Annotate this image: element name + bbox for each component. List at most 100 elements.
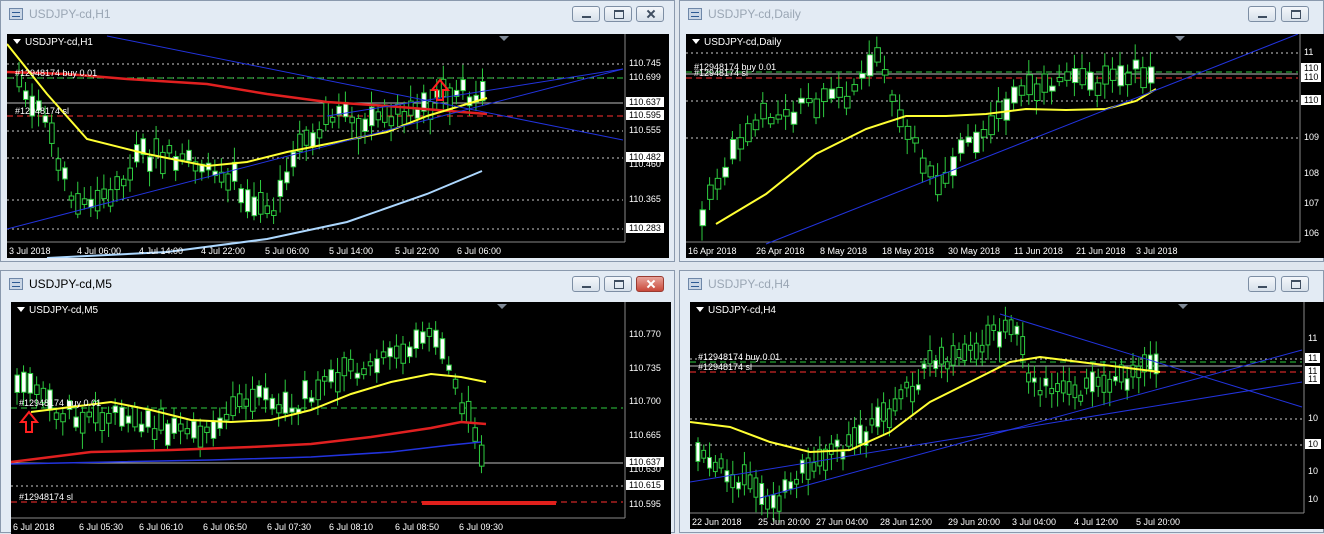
symbol-label: USDJPY-cd,H1 xyxy=(13,37,93,48)
price-chart[interactable]: USDJPY-cd,H4 #12948174 buy 0.01 #12948174… xyxy=(690,302,1324,529)
candle-body xyxy=(210,420,217,439)
price-chart[interactable]: USDJPY-cd,Daily #12948174 buy 0.01 #12948… xyxy=(686,34,1324,258)
price-chart[interactable]: USDJPY-cd,M5 #12948174 buy 0.01 #12948174… xyxy=(11,302,671,534)
symbol-label: USDJPY-cd,H4 xyxy=(696,305,776,316)
price-axis-label: 110.735 xyxy=(629,363,661,373)
window-titlebar[interactable]: USDJPY-cd,M5 xyxy=(1,271,674,299)
minimize-button[interactable] xyxy=(572,6,600,22)
candle-body xyxy=(799,459,805,474)
time-axis-label: 8 May 2018 xyxy=(820,246,868,256)
window-titlebar[interactable]: USDJPY-cd,H4 xyxy=(680,271,1323,299)
candle-body xyxy=(1124,378,1130,391)
price-axis-label: 10 xyxy=(1308,494,1319,504)
candle-body xyxy=(1109,68,1117,81)
candle-body xyxy=(1147,354,1153,371)
candle-body xyxy=(106,412,112,424)
dropdown-triangle-icon xyxy=(692,39,700,44)
candle-body xyxy=(699,209,707,227)
time-axis-label: 21 Jun 2018 xyxy=(1076,246,1126,256)
candle-body xyxy=(1008,319,1014,336)
candle-body xyxy=(962,343,968,361)
candle-body xyxy=(120,178,127,187)
candle-body xyxy=(1094,82,1102,96)
buy-order-label: #12948174 buy 0.01 xyxy=(698,352,781,362)
chart-window-icon xyxy=(688,278,702,290)
price-axis-label: 110.365 xyxy=(629,194,661,204)
candle-body xyxy=(62,167,68,180)
window-titlebar[interactable]: USDJPY-cd,Daily xyxy=(680,1,1323,29)
candle-body xyxy=(362,118,369,132)
candle-body xyxy=(1101,374,1107,393)
candle-body xyxy=(881,69,889,76)
price-chart[interactable]: USDJPY-cd,H1 #12948174 buy 0.01 #12948174… xyxy=(7,34,669,258)
maximize-icon xyxy=(605,7,631,21)
price-axis-label: 10 xyxy=(1308,466,1319,476)
dropdown-triangle-icon xyxy=(17,307,25,312)
candle-body xyxy=(1043,377,1049,387)
candle-body xyxy=(21,371,27,393)
candle-body xyxy=(973,131,980,154)
candle-body xyxy=(997,331,1002,348)
close-button[interactable] xyxy=(636,6,664,22)
candle-body xyxy=(921,363,927,369)
time-axis-label: 4 Jul 14:00 xyxy=(139,246,184,256)
candle-body xyxy=(60,413,66,423)
candle-body xyxy=(1020,336,1026,356)
candle-body xyxy=(759,482,765,505)
candle-body xyxy=(243,398,249,407)
moving-average-line xyxy=(690,355,1161,454)
moving-average-line xyxy=(7,43,488,168)
chart-window-daily[interactable]: USDJPY-cd,Daily USDJPY-cd,Daily #1294817… xyxy=(679,0,1324,262)
close-button[interactable] xyxy=(636,276,664,292)
candle-body xyxy=(767,117,775,125)
trendline xyxy=(999,313,1303,408)
candle-body xyxy=(788,481,794,490)
candle-body xyxy=(277,179,284,198)
candle-body xyxy=(973,342,979,360)
candle-body xyxy=(1084,377,1089,389)
chart-shift-marker-icon[interactable] xyxy=(1178,304,1188,309)
maximize-button[interactable] xyxy=(1281,6,1309,22)
candle-body xyxy=(99,412,106,432)
chart-shift-marker-icon[interactable] xyxy=(1175,36,1185,41)
price-axis-label: 110.700 xyxy=(629,396,661,406)
candle-body xyxy=(760,102,767,120)
chart-shift-marker-icon[interactable] xyxy=(497,304,507,309)
candle-body xyxy=(348,358,354,372)
candle-body xyxy=(886,408,892,429)
minimize-button[interactable] xyxy=(572,276,600,292)
sl-order-bar xyxy=(422,501,556,505)
candle-body xyxy=(284,171,290,184)
window-titlebar[interactable]: USDJPY-cd,H1 xyxy=(1,1,674,29)
chart-window-m5[interactable]: USDJPY-cd,M5 USDJPY-cd,M5 #12948174 buy … xyxy=(0,270,675,534)
chart-window-h1[interactable]: USDJPY-cd,H1 USDJPY-cd,H1 #12948174 buy … xyxy=(0,0,675,262)
candle-body xyxy=(866,54,874,77)
maximize-button[interactable] xyxy=(604,276,632,292)
candle-body xyxy=(753,477,759,498)
candle-body xyxy=(127,167,133,181)
candle-body xyxy=(965,136,973,144)
candle-body xyxy=(112,405,119,414)
price-axis-label: 11 xyxy=(1305,374,1321,384)
chart-shift-marker-icon[interactable] xyxy=(499,36,509,41)
candle-body xyxy=(915,384,921,391)
candle-body xyxy=(380,351,387,359)
candle-body xyxy=(927,350,933,365)
chart-window-h4[interactable]: USDJPY-cd,H4 USDJPY-cd,H4 #12948174 buy … xyxy=(679,270,1324,533)
candle-body xyxy=(765,495,770,510)
chart-canvas xyxy=(686,34,1301,245)
candle-body xyxy=(23,90,29,100)
price-axis-label: 11 xyxy=(1304,47,1314,57)
close-icon xyxy=(637,7,663,21)
candle-body xyxy=(881,402,886,422)
candle-body xyxy=(197,425,204,448)
candle-body xyxy=(447,87,453,111)
minimize-button[interactable] xyxy=(1248,6,1276,22)
sl-order-label: #12948174 sl xyxy=(698,362,753,372)
minimize-button[interactable] xyxy=(1248,276,1276,292)
maximize-button[interactable] xyxy=(1281,276,1309,292)
maximize-button[interactable] xyxy=(604,6,632,22)
candle-body xyxy=(712,461,718,473)
candle-body xyxy=(939,346,944,365)
time-axis-label: 16 Apr 2018 xyxy=(688,246,737,256)
